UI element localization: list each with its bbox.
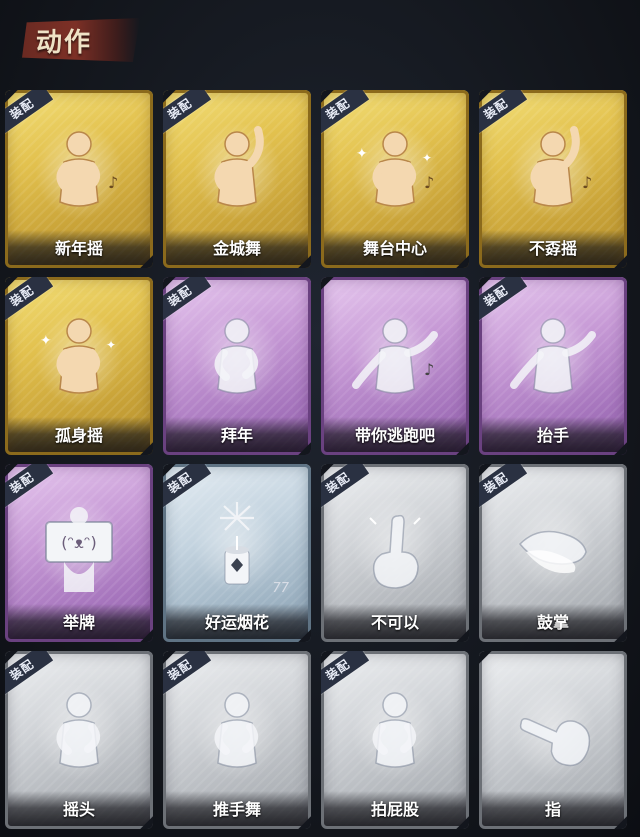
emote-card[interactable]: 拜年 装配 <box>163 277 311 455</box>
card-frame <box>479 651 627 829</box>
emote-card[interactable]: ✦ ✦ 孤身摇 装配 <box>5 277 153 455</box>
header: 动作 <box>0 0 640 82</box>
page-title: 动作 <box>36 28 93 58</box>
emote-card[interactable]: ♪ 带你逃跑吧 <box>321 277 469 455</box>
emote-card[interactable]: 抬手 装配 <box>479 277 627 455</box>
emote-card[interactable]: 鼓掌 装配 <box>479 464 627 642</box>
emote-card[interactable]: 摇头 装配 <box>5 651 153 829</box>
card-frame <box>321 277 469 455</box>
emote-card[interactable]: 77 好运烟花 装配 <box>163 464 311 642</box>
emote-card[interactable]: ♪ 新年摇 装配 <box>5 90 153 268</box>
emote-card[interactable]: (ᵔᴥᵔ) 举牌 装配 <box>5 464 153 642</box>
emote-card[interactable]: 推手舞 装配 <box>163 651 311 829</box>
emote-grid: ♪ 新年摇 装配 金城舞 装配 ✦ ✦ ♪ 舞台中心 装配 ♪ 不孬摇 装配 ✦ ✦ 孤身摇… <box>5 90 635 837</box>
emote-card[interactable]: 金城舞 装配 <box>163 90 311 268</box>
emote-card[interactable]: ✦ ✦ ♪ 舞台中心 装配 <box>321 90 469 268</box>
emote-card[interactable]: 不可以 装配 <box>321 464 469 642</box>
emote-card[interactable]: 拍屁股 装配 <box>321 651 469 829</box>
emote-card[interactable]: ♪ 不孬摇 装配 <box>479 90 627 268</box>
emote-card[interactable]: 指 <box>479 651 627 829</box>
